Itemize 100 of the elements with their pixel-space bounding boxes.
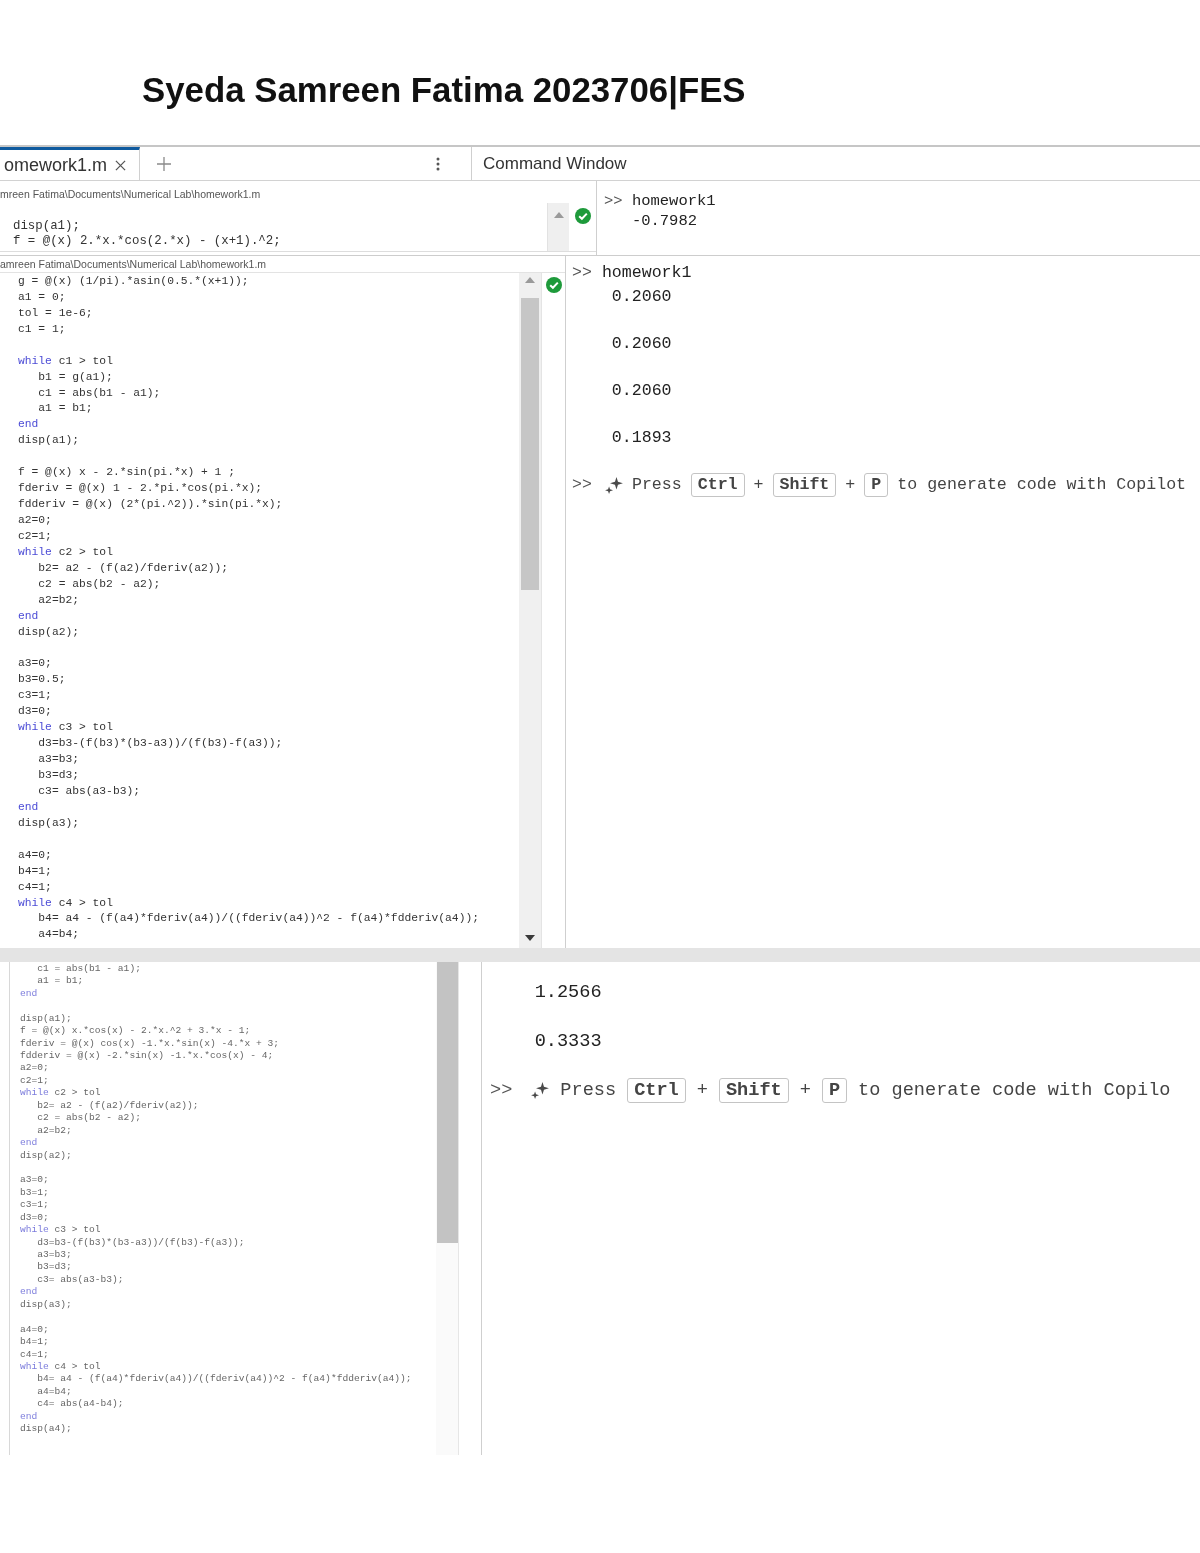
code-line: end	[20, 1410, 38, 1424]
output-value: 0.2060	[611, 286, 672, 308]
output-value: 1.2566	[534, 981, 602, 1005]
code-line: b3=d3;	[37, 1261, 72, 1274]
code-line: c4= abs(a4-b4);	[37, 1398, 124, 1411]
document-title: Syeda Samreen Fatima 2023706|FES	[142, 70, 746, 110]
code-line: c2 = abs(b2 - a2);	[37, 1112, 141, 1125]
code-line: c1 = abs(b1 - a1);	[38, 385, 161, 401]
code-line: a4=0;	[18, 847, 52, 863]
code-line: disp(a1);	[20, 1012, 72, 1026]
code-line: d3=0;	[20, 1211, 49, 1225]
command-text: homework1	[601, 262, 692, 284]
hint-text: to generate code with Copilo	[858, 1079, 1171, 1104]
code-line: fdderiv = @(x) (2*(pi.^2)).*sin(pi.*x);	[18, 497, 283, 513]
code-line: c3=1;	[20, 1199, 49, 1212]
code-line: f = @(x) 2.*x.*cos(2.*x) - (x+1).^2;	[13, 234, 281, 249]
code-line: b4=1;	[20, 1336, 49, 1349]
keyboard-key: Shift	[718, 1078, 789, 1104]
code-line: c1 = abs(b1 - a1);	[37, 963, 141, 976]
code-line: c4=1;	[18, 879, 52, 895]
code-line: c3= abs(a3-b3);	[38, 783, 141, 799]
output-value: -0.7982	[631, 211, 697, 231]
scroll-up-icon[interactable]	[525, 277, 535, 283]
code-line: while c4 > tol	[20, 1360, 101, 1374]
output-value: 0.1893	[611, 427, 672, 449]
command-text: homework1	[631, 191, 716, 211]
code-line: f = @(x) x.*cos(x) - 2.*x.^2 + 3.*x - 1;	[20, 1025, 251, 1038]
code-line: a3=0;	[18, 656, 52, 672]
code-line: while c3 > tol	[18, 720, 113, 736]
check-circle-icon	[546, 277, 562, 293]
code-line: a1 = b1;	[37, 975, 84, 988]
sparkle-icon	[604, 476, 623, 494]
code-line: while c3 > tol	[20, 1224, 101, 1237]
prompt-marker: >>	[572, 474, 592, 496]
code-line: d3=0;	[18, 704, 52, 720]
file-path: amreen Fatima\Documents\Numerical Lab\homework1.m	[0, 258, 267, 270]
code-line: b3=0.5;	[18, 672, 66, 688]
prompt-marker: >>	[490, 1079, 513, 1104]
keyboard-key: Ctrl	[690, 473, 745, 497]
code-line: b4= a4 - (f(a4)*fderiv(a4))/((fderiv(a4))^2 - f(a4)*fdderiv(a4));	[38, 911, 479, 927]
hint-text: +	[753, 474, 764, 496]
code-line: disp(a4);	[20, 1423, 72, 1436]
code-line: a4=0;	[20, 1323, 49, 1337]
code-line: fdderiv = @(x) -2.*sin(x) -1.*x.*cos(x) - 4;	[20, 1050, 274, 1063]
more-options-icon[interactable]	[436, 156, 440, 171]
code-line: disp(a3);	[20, 1298, 72, 1312]
output-value: 0.2060	[611, 333, 672, 355]
code-line: a4=b4;	[38, 927, 79, 943]
panel-title: Command Window	[483, 153, 627, 174]
code-line: a4=b4;	[37, 1385, 72, 1399]
plus-icon[interactable]	[157, 156, 171, 171]
code-line: fderiv = @(x) cos(x) -1.*x.*sin(x) -4.*x + 3;	[20, 1037, 280, 1051]
code-line: a2=0;	[18, 513, 52, 529]
scroll-down-icon[interactable]	[525, 935, 535, 941]
code-line: c1 = 1;	[18, 321, 66, 337]
code-line: a2=b2;	[38, 592, 79, 608]
code-line: disp(a2);	[20, 1149, 72, 1162]
code-line: c2=1;	[18, 528, 52, 544]
code-line: a2=b2;	[37, 1124, 72, 1138]
code-line: g = @(x) (1/pi).*asin(0.5.*(x+1));	[18, 274, 249, 289]
hint-text: to generate code with Copilot	[897, 474, 1187, 496]
scroll-up-icon[interactable]	[553, 212, 564, 218]
code-line: d3=b3-(f(b3)*(b3-a3))/(f(b3)-f(a3));	[37, 1236, 245, 1250]
code-line: c2 = abs(b2 - a2);	[38, 576, 161, 592]
keyboard-key: Shift	[772, 473, 837, 497]
code-line: disp(a3);	[18, 815, 79, 831]
code-line: b4= a4 - (f(a4)*fderiv(a4))/((fderiv(a4))^2 - f(a4)*fdderiv(a4));	[37, 1373, 412, 1386]
code-line: b4=1;	[18, 863, 52, 879]
scrollbar-thumb[interactable]	[521, 298, 539, 590]
code-line: while c2 > tol	[20, 1087, 101, 1100]
code-line: b1 = g(a1);	[38, 369, 113, 385]
hint-text: +	[799, 1079, 811, 1104]
code-line: disp(a1);	[13, 219, 80, 234]
keyboard-key: P	[821, 1078, 848, 1104]
close-icon[interactable]	[115, 159, 127, 171]
check-circle-icon	[575, 208, 591, 224]
output-value: 0.2060	[611, 380, 672, 402]
code-line: d3=b3-(f(b3)*(b3-a3))/(f(b3)-f(a3));	[38, 736, 283, 752]
code-line: a2=0;	[20, 1062, 49, 1075]
code-line: while c1 > tol	[18, 353, 113, 369]
code-line: c3=1;	[18, 688, 52, 704]
hint-text: +	[696, 1079, 708, 1104]
code-line: end	[20, 1137, 38, 1150]
file-path: mreen Fatima\Documents\Numerical Lab\homework1.m	[0, 188, 261, 200]
code-line: a3=b3;	[37, 1249, 72, 1262]
code-line: a3=0;	[20, 1174, 49, 1187]
code-line: b2= a2 - (f(a2)/fderiv(a2));	[37, 1099, 199, 1113]
output-value: 0.3333	[534, 1030, 602, 1054]
file-tab[interactable]: omework1.m	[0, 147, 140, 180]
code-line: c4=1;	[20, 1348, 49, 1361]
code-line: b2= a2 - (f(a2)/fderiv(a2));	[38, 560, 229, 576]
hint-text: Press	[631, 474, 682, 496]
code-line: end	[20, 1286, 38, 1299]
code-line: disp(a2);	[18, 624, 79, 640]
code-line: a3=b3;	[38, 752, 79, 768]
scrollbar-thumb[interactable]	[436, 962, 458, 1243]
code-line: b3=1;	[20, 1186, 49, 1200]
code-line: end	[18, 799, 39, 815]
code-line: a1 = b1;	[38, 401, 93, 417]
code-line: c3= abs(a3-b3);	[37, 1273, 124, 1287]
